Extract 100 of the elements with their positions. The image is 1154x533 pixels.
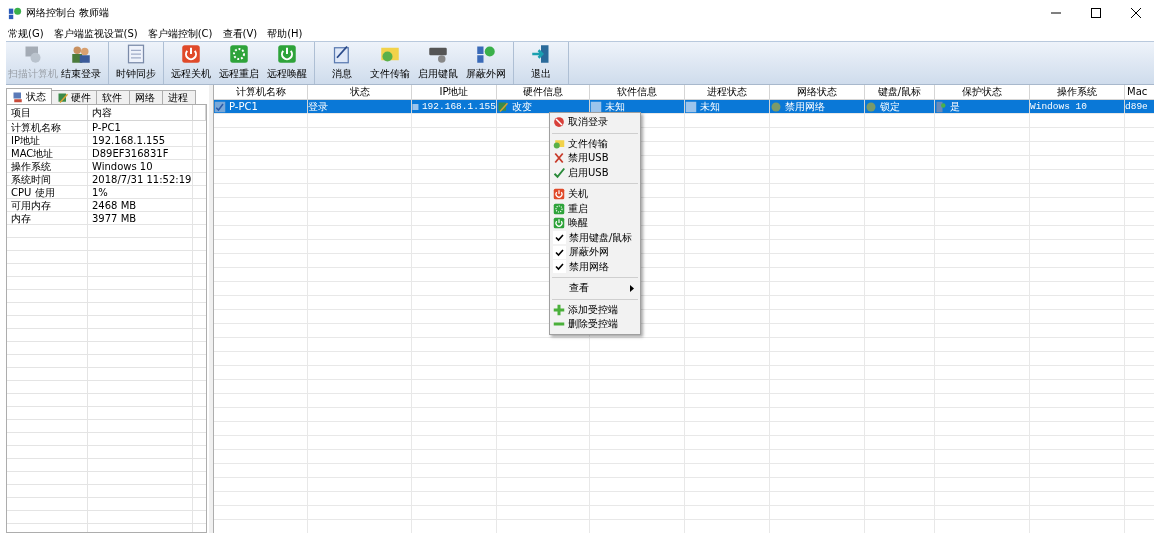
table-cell-text: 可用内存 xyxy=(10,199,52,212)
globe-icon xyxy=(770,100,782,113)
table-cell: 是 xyxy=(950,100,960,113)
maximize-icon[interactable] xyxy=(1091,8,1101,18)
table-cell: P-PC1 xyxy=(229,101,258,112)
table-cell: Windows 10 xyxy=(1030,101,1087,112)
table-cell: 登录 xyxy=(308,100,328,113)
toolbar-button[interactable]: 结束登录 xyxy=(57,42,105,84)
menu-item[interactable]: 屏蔽外网 xyxy=(550,245,640,260)
column-header[interactable]: Mac xyxy=(1125,85,1154,99)
toolbar-button[interactable]: 启用键鼠 xyxy=(414,42,462,84)
menu-item[interactable]: 添加受控端 xyxy=(550,302,640,317)
tab[interactable]: 软件 xyxy=(96,90,130,105)
column-header[interactable]: 网络状态 xyxy=(770,85,865,99)
computer-icon xyxy=(214,100,226,113)
toolbar-button[interactable]: 退出 xyxy=(517,42,565,84)
table-cell-text: 内存 xyxy=(10,212,32,225)
column-header[interactable]: 保护状态 xyxy=(935,85,1030,99)
toolbar-button[interactable]: 文件传输 xyxy=(366,42,414,84)
column-header[interactable]: 进程状态 xyxy=(685,85,770,99)
checkbox[interactable] xyxy=(553,245,566,259)
column-header[interactable]: 内容 xyxy=(88,105,193,120)
table-cell-text: 1% xyxy=(91,186,109,199)
network-icon xyxy=(935,100,947,113)
checkbox[interactable] xyxy=(553,260,566,274)
column-header[interactable]: 计算机名称 xyxy=(214,85,308,99)
hardware-icon xyxy=(497,100,509,113)
table-cell-text: 3977 MB xyxy=(91,212,138,225)
column-header[interactable]: IP地址 xyxy=(412,85,497,99)
menu-item[interactable]: 删除受控端 xyxy=(550,317,640,332)
column-header[interactable]: 硬件信息 xyxy=(497,85,590,99)
table-cell: 192.168.1.155 xyxy=(421,101,496,112)
power-icon xyxy=(181,44,201,64)
table-cell-text: D89EF316831F xyxy=(91,147,170,160)
menu-item[interactable]: 查看 xyxy=(550,281,640,296)
toolbar-button[interactable]: 消息 xyxy=(318,42,366,84)
toolbar-button[interactable]: 时钟同步 xyxy=(112,42,160,84)
power-icon xyxy=(553,217,565,230)
submenu-arrow-icon xyxy=(630,285,634,292)
menu-item[interactable]: 关机 xyxy=(550,187,640,202)
checkbox[interactable] xyxy=(553,231,566,245)
message-icon xyxy=(332,44,352,64)
table-cell-text: 2018/7/31 11:52:19 xyxy=(91,173,193,186)
close-icon[interactable] xyxy=(1131,8,1141,18)
column-header[interactable]: 状态 xyxy=(308,85,412,99)
table-cell-text: 计算机名称 xyxy=(10,121,62,134)
restart-icon xyxy=(553,202,565,215)
menu-item[interactable]: 唤醒 xyxy=(550,216,640,231)
status-icon xyxy=(685,100,697,113)
restart-icon xyxy=(229,44,249,64)
calendar-icon xyxy=(126,44,146,64)
tab[interactable]: 硬件 xyxy=(51,90,97,105)
toolbar-button[interactable]: 远程唤醒 xyxy=(263,42,311,84)
menu-item[interactable]: 客户端监视设置(S) xyxy=(53,26,138,41)
plus-icon xyxy=(553,303,565,316)
power-icon xyxy=(553,188,565,201)
toolbar-button[interactable]: 屏蔽外网 xyxy=(462,42,510,84)
menu-item[interactable]: 文件传输 xyxy=(550,136,640,151)
menu-item[interactable]: 重启 xyxy=(550,201,640,216)
menu-item[interactable]: 帮助(H) xyxy=(267,26,303,41)
column-header[interactable]: 键盘/鼠标 xyxy=(865,85,935,99)
table-cell-text: 2468 MB xyxy=(91,199,138,212)
tab[interactable]: 状态 xyxy=(6,88,52,105)
column-header[interactable]: 软件信息 xyxy=(590,85,685,99)
menu-item[interactable]: 启用USB xyxy=(550,165,640,180)
table-cell-text: 192.168.1.155 xyxy=(91,134,167,147)
table-cell: 未知 xyxy=(605,100,625,113)
status-icon xyxy=(590,100,602,113)
menu-item[interactable]: 取消登录 xyxy=(550,115,640,130)
table-cell-text: 操作系统 xyxy=(10,160,52,173)
table-cell-text: IP地址 xyxy=(10,134,41,147)
menu-item[interactable]: 常规(G) xyxy=(8,26,44,41)
monitor-icon xyxy=(23,44,43,64)
users-icon xyxy=(71,44,91,64)
globe-icon xyxy=(865,100,877,113)
tab[interactable]: 进程 xyxy=(162,90,196,105)
menu-item[interactable]: 禁用USB xyxy=(550,151,640,166)
menu-item[interactable]: 禁用网络 xyxy=(550,259,640,274)
menu-item[interactable]: 客户端控制(C) xyxy=(147,26,213,41)
table-cell: 禁用网络 xyxy=(785,100,825,113)
table-cell-text: CPU 使用 xyxy=(10,186,56,199)
table-row[interactable]: P-PC1 登录 192.168.1.155 改变 未知 未知 禁用网络 锁定 是 Windows 10 d89e xyxy=(214,100,1154,113)
app-icon xyxy=(8,6,22,20)
column-header[interactable]: 项目 xyxy=(7,105,88,120)
table-cell-text: 系统时间 xyxy=(10,173,52,186)
toolbar-button[interactable]: 远程关机 xyxy=(167,42,215,84)
table-cell: d89e xyxy=(1125,101,1148,112)
column-header[interactable]: 操作系统 xyxy=(1030,85,1125,99)
tab[interactable]: 网络 xyxy=(129,90,163,105)
network-icon xyxy=(476,44,496,64)
envelope-icon xyxy=(553,137,565,150)
menu-item[interactable]: 查看(V) xyxy=(222,26,258,41)
table-cell-text: Windows 10 xyxy=(91,160,154,173)
menu-item[interactable]: 禁用键盘/鼠标 xyxy=(550,230,640,245)
table-cell: 锁定 xyxy=(880,100,900,113)
toolbar-button[interactable]: 远程重启 xyxy=(215,42,263,84)
cross-icon xyxy=(553,152,565,165)
table-cell: 改变 xyxy=(512,100,532,113)
table-cell-text: P-PC1 xyxy=(91,121,122,134)
power-icon xyxy=(277,44,297,64)
